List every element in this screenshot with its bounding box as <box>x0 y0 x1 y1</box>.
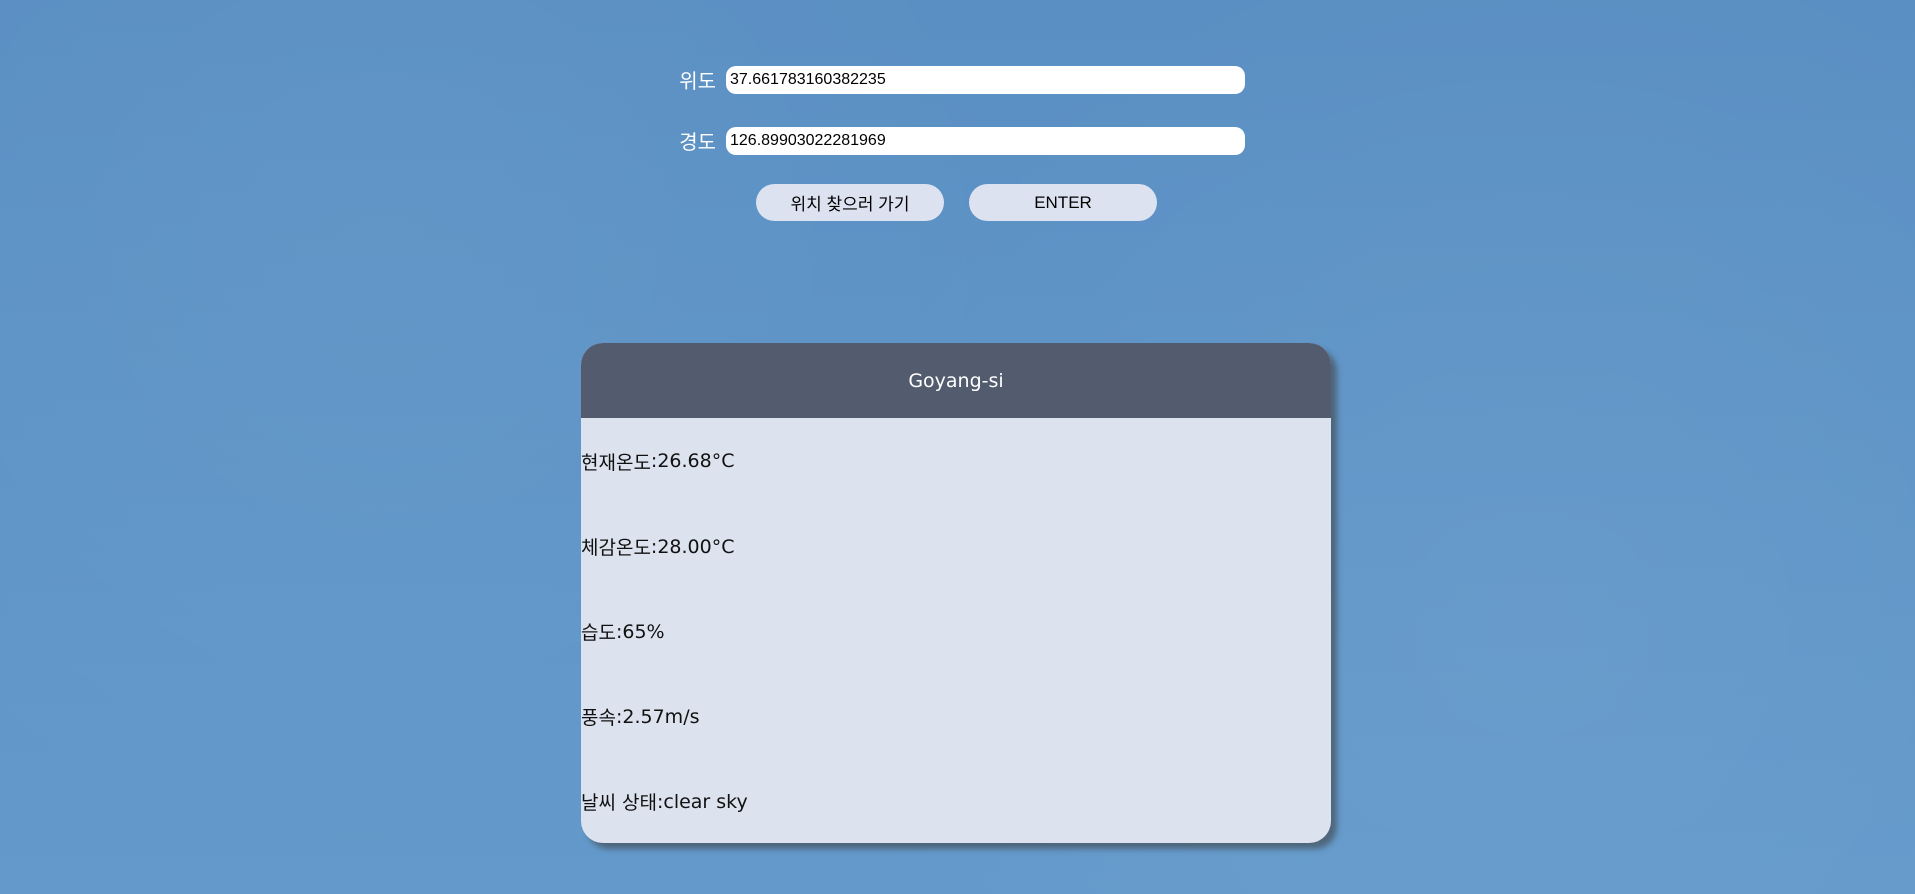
city-name: Goyang-si <box>908 369 1004 392</box>
weather-card-header: Goyang-si <box>581 343 1331 418</box>
weather-card-body: 현재온도:26.68°C 체감온도:28.00°C 습도:65% 풍속:2.57… <box>581 418 1331 843</box>
feels-like-row: 체감온도:28.00°C <box>581 504 1331 589</box>
wind-speed-value: 2.57m/s <box>622 705 700 728</box>
current-temperature-row: 현재온도:26.68°C <box>581 418 1331 504</box>
humidity-row: 습도:65% <box>581 589 1331 674</box>
weather-condition-label: 날씨 상태 <box>581 792 657 814</box>
latitude-row: 위도 <box>660 65 1245 94</box>
current-temperature-value: 26.68°C <box>657 450 735 472</box>
latitude-label: 위도 <box>679 69 716 93</box>
find-location-button[interactable]: 위치 찾으러 가기 <box>756 184 944 221</box>
humidity-label: 습도 <box>581 622 616 644</box>
longitude-label: 경도 <box>679 130 716 154</box>
weather-condition-value: clear sky <box>663 790 748 813</box>
feels-like-value: 28.00°C <box>657 535 735 558</box>
weather-card: Goyang-si 현재온도:26.68°C 체감온도:28.00°C 습도:6… <box>581 343 1331 843</box>
wind-speed-row: 풍속:2.57m/s <box>581 674 1331 759</box>
enter-button[interactable]: ENTER <box>969 184 1157 221</box>
wind-speed-label: 풍속 <box>581 707 616 729</box>
action-buttons: 위치 찾으러 가기 ENTER <box>756 184 1157 221</box>
current-temperature-label: 현재온도 <box>581 451 651 474</box>
humidity-value: 65% <box>622 620 665 643</box>
feels-like-label: 체감온도 <box>581 537 651 559</box>
longitude-input[interactable] <box>726 126 1245 155</box>
longitude-row: 경도 <box>660 126 1245 155</box>
latitude-input[interactable] <box>726 65 1245 94</box>
weather-condition-row: 날씨 상태: clear sky <box>581 759 1331 843</box>
